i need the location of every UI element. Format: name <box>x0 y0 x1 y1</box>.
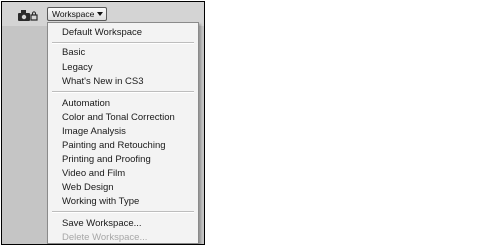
menu-item-delete-workspace: Delete Workspace... <box>62 232 148 243</box>
menu-item-automation[interactable]: Automation <box>62 98 110 110</box>
menu-item-default-workspace[interactable]: Default Workspace <box>62 27 142 39</box>
workspace-menu: Default Workspace Basic Legacy What's Ne… <box>47 22 199 244</box>
menu-item-video-film[interactable]: Video and Film <box>62 168 125 180</box>
menu-item-printing-proofing[interactable]: Printing and Proofing <box>62 154 151 166</box>
menu-separator <box>52 91 194 93</box>
menu-item-web-design[interactable]: Web Design <box>62 182 114 194</box>
workspace-dropdown-button[interactable]: Workspace <box>47 7 107 21</box>
camera-lock-icon[interactable] <box>16 7 38 23</box>
app-window: Workspace Default Workspace Basic Legacy… <box>1 1 205 245</box>
menu-item-save-workspace[interactable]: Save Workspace... <box>62 218 142 230</box>
menu-item-basic[interactable]: Basic <box>62 47 85 59</box>
menu-item-image-analysis[interactable]: Image Analysis <box>62 126 126 138</box>
menu-item-color-tonal-correction[interactable]: Color and Tonal Correction <box>62 112 175 124</box>
chevron-down-icon <box>97 12 103 16</box>
menu-item-working-with-type[interactable]: Working with Type <box>62 196 139 208</box>
menu-separator <box>52 42 194 44</box>
menu-separator <box>52 211 194 213</box>
workspace-button-label: Workspace <box>52 9 95 19</box>
menu-item-painting-retouching[interactable]: Painting and Retouching <box>62 140 166 152</box>
menu-item-legacy[interactable]: Legacy <box>62 62 93 74</box>
menu-item-whats-new-cs3[interactable]: What's New in CS3 <box>62 76 144 88</box>
